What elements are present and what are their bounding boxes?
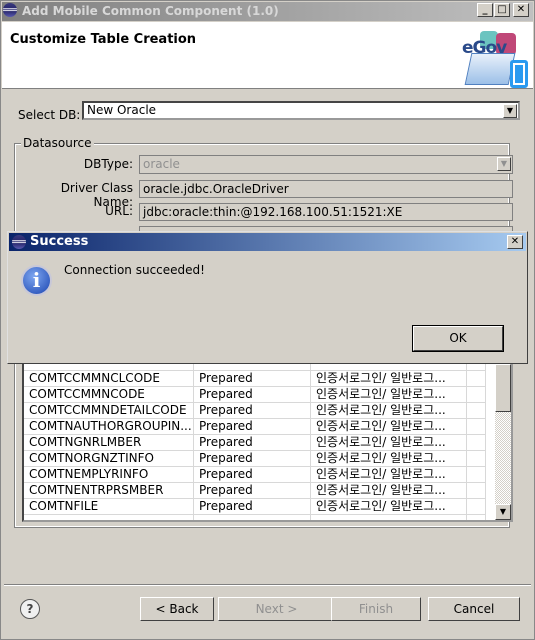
table-row-partial[interactable] <box>24 514 486 520</box>
empty-cell <box>467 499 486 515</box>
eclipse-icon <box>3 3 17 17</box>
scroll-down-icon[interactable]: ▼ <box>495 504 511 520</box>
status-cell: Prepared <box>194 435 311 451</box>
scrollbar-thumb[interactable] <box>495 364 511 412</box>
empty-cell <box>467 467 486 483</box>
table-name-cell: COMTCCMMNDETAILCODE <box>24 403 194 419</box>
dialog-message: Connection succeeded! <box>64 263 205 277</box>
table-row[interactable]: COMTCCMMNCODE Prepared 인증서로그인/ 일반로그... <box>24 387 486 403</box>
close-button[interactable]: ✕ <box>513 3 529 17</box>
empty-cell <box>467 435 486 451</box>
back-button[interactable]: < Back <box>140 597 214 621</box>
empty-cell <box>467 371 486 387</box>
status-cell: Prepared <box>194 371 311 387</box>
empty-cell <box>467 419 486 435</box>
table-name-cell: COMTCCMMNCODE <box>24 387 194 403</box>
description-cell: 인증서로그인/ 일반로그... <box>311 483 467 499</box>
dialog-close-button[interactable]: ✕ <box>507 235 523 249</box>
info-icon: i <box>21 265 52 296</box>
url-label: URL: <box>105 204 133 218</box>
chevron-down-icon[interactable]: ▼ <box>503 104 517 118</box>
table-row[interactable]: COMTCCMMNDETAILCODE Prepared 인증서로그인/ 일반로그.… <box>24 403 486 419</box>
footer-separator <box>4 584 531 586</box>
description-cell: 인증서로그인/ 일반로그... <box>311 467 467 483</box>
status-cell: Prepared <box>194 483 311 499</box>
page-title: Customize Table Creation <box>10 32 197 47</box>
description-cell: 인증서로그인/ 일반로그... <box>311 387 467 403</box>
cancel-button[interactable]: Cancel <box>428 597 520 621</box>
table-row[interactable]: COMTNFILE Prepared 인증서로그인/ 일반로그... <box>24 499 486 515</box>
window-title-bar: Add Mobile Common Component (1.0) <box>2 2 533 21</box>
egov-logo-text: eGov <box>462 38 507 58</box>
dbtype-combo[interactable]: oracle ▼ <box>139 155 513 174</box>
table-row[interactable]: COMTNORGNZTINFO Prepared 인증서로그인/ 일반로그... <box>24 451 486 467</box>
table-row[interactable]: COMTNEMPLYRINFO Prepared 인증서로그인/ 일반로그... <box>24 467 486 483</box>
description-cell: 인증서로그인/ 일반로그... <box>311 403 467 419</box>
egov-logo: eGov <box>462 27 530 88</box>
empty-cell <box>467 451 486 467</box>
table-row[interactable]: COMTNGNRLMBER Prepared 인증서로그인/ 일반로그... <box>24 435 486 451</box>
empty-cell <box>467 403 486 419</box>
dbtype-label: DBType: <box>83 157 133 171</box>
dbtype-value: oracle <box>143 157 180 171</box>
table-row[interactable]: COMTCCMMNCLCODE Prepared 인증서로그인/ 일반로그... <box>24 371 486 387</box>
select-db-value: New Oracle <box>87 103 157 117</box>
dialog-title: Success <box>30 234 89 249</box>
table-name-cell: COMTNORGNZTINFO <box>24 451 194 467</box>
table-name-cell: COMTNEMPLYRINFO <box>24 467 194 483</box>
status-cell: Prepared <box>194 499 311 515</box>
minimize-button[interactable]: _ <box>477 3 493 17</box>
window-title: Add Mobile Common Component (1.0) <box>22 4 279 18</box>
table-name-cell: COMTCCMMNCLCODE <box>24 371 194 387</box>
table-name-cell: COMTNENTRPRSMBER <box>24 483 194 499</box>
chevron-down-icon[interactable]: ▼ <box>497 157 511 171</box>
table-name-cell: COMTNGNRLMBER <box>24 435 194 451</box>
ok-button[interactable]: OK <box>412 325 504 352</box>
empty-cell <box>467 483 486 499</box>
help-icon[interactable]: ? <box>20 599 40 619</box>
maximize-button[interactable]: □ <box>494 3 510 17</box>
dialog-title-bar: Success <box>9 233 526 251</box>
description-cell: 인증서로그인/ 일반로그... <box>311 435 467 451</box>
table-scrollbar[interactable]: ▼ <box>495 364 511 520</box>
description-cell: 인증서로그인/ 일반로그... <box>311 499 467 515</box>
status-cell: Prepared <box>194 451 311 467</box>
success-dialog: Success ✕ i Connection succeeded! OK <box>7 231 528 364</box>
next-button[interactable]: Next > <box>218 597 335 621</box>
select-db-combo[interactable]: New Oracle ▼ <box>82 101 520 120</box>
description-cell: 인증서로그인/ 일반로그... <box>311 371 467 387</box>
description-cell: 인증서로그인/ 일반로그... <box>311 451 467 467</box>
wizard-header: Customize Table Creation eGov <box>2 22 533 89</box>
status-cell: Prepared <box>194 403 311 419</box>
driver-field[interactable]: oracle.jdbc.OracleDriver <box>139 180 513 198</box>
table-row[interactable]: COMTNAUTHORGROUPIN... Prepared 인증서로그인/ 일반로… <box>24 419 486 435</box>
eclipse-icon <box>12 235 26 249</box>
empty-cell <box>467 387 486 403</box>
select-db-label: Select DB: <box>18 108 81 122</box>
finish-button[interactable]: Finish <box>331 597 421 621</box>
table-row[interactable]: COMTNENTRPRSMBER Prepared 인증서로그인/ 일반로그... <box>24 483 486 499</box>
status-cell: Prepared <box>194 419 311 435</box>
status-cell: Prepared <box>194 387 311 403</box>
table-name-cell: COMTNFILE <box>24 499 194 515</box>
description-cell: 인증서로그인/ 일반로그... <box>311 419 467 435</box>
url-field[interactable]: jdbc:oracle:thin:@192.168.100.51:1521:XE <box>139 203 513 221</box>
status-cell: Prepared <box>194 467 311 483</box>
datasource-legend: Datasource <box>21 136 94 150</box>
table-list[interactable]: COMTCCMMNCLCODE Prepared 인증서로그인/ 일반로그... CO… <box>22 362 513 522</box>
table-name-cell: COMTNAUTHORGROUPIN... <box>24 419 194 435</box>
